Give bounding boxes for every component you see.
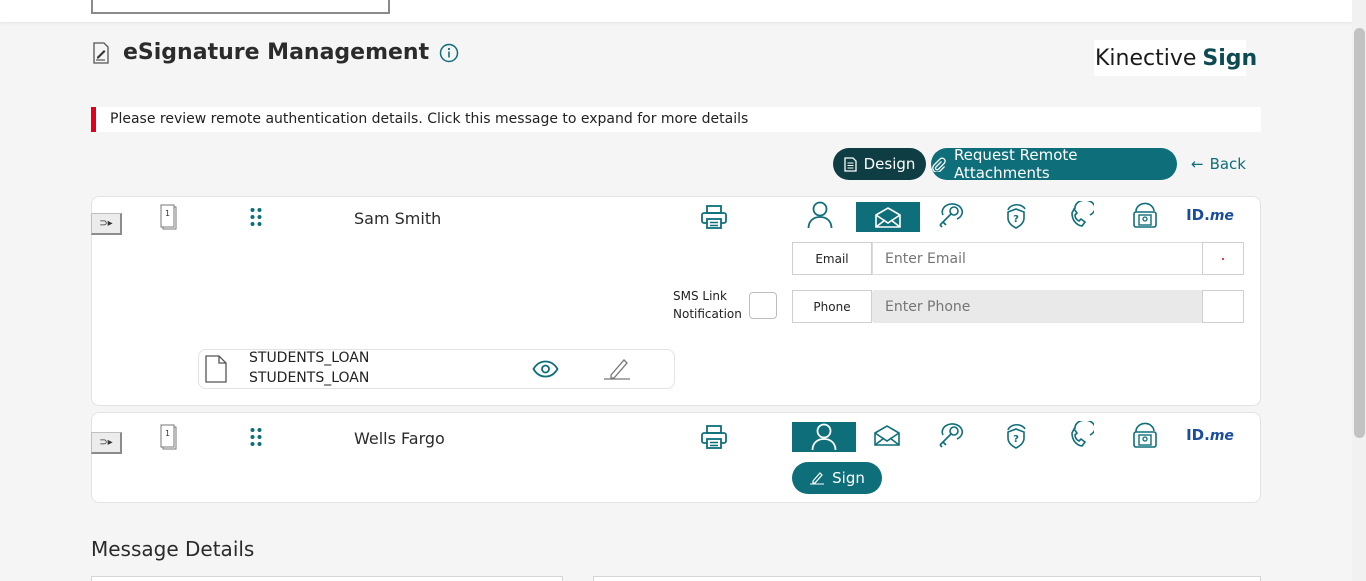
signature-pen-icon[interactable] <box>603 357 631 381</box>
back-link[interactable]: ← Back <box>1191 155 1246 173</box>
message-details-heading: Message Details <box>91 537 255 561</box>
page-header: eSignature Management <box>91 40 459 65</box>
required-indicator <box>1202 242 1244 275</box>
expand-toggle[interactable]: ⊃▸ <box>91 432 122 454</box>
idme-icon[interactable]: ID.me <box>1178 200 1242 230</box>
signer-name: Wells Fargo <box>354 429 445 448</box>
message-details-panel-right <box>593 576 1261 581</box>
document-icon <box>843 156 857 172</box>
pages-icon: 1 <box>160 424 177 450</box>
svg-text:?: ? <box>1013 434 1019 445</box>
request-remote-attachments-button[interactable]: Request Remote Attachments <box>931 146 1177 182</box>
info-icon[interactable] <box>439 43 459 63</box>
document-name: STUDENTS_LOAN <box>249 350 370 366</box>
design-button-label: Design <box>863 155 916 173</box>
phone-icon[interactable] <box>1048 200 1112 230</box>
sign-button-label: Sign <box>832 469 865 487</box>
drag-handle-icon[interactable] <box>249 207 263 227</box>
printer-icon[interactable] <box>700 424 728 450</box>
document-type: STUDENTS_LOAN <box>249 370 370 386</box>
paperclip-icon <box>932 157 946 172</box>
scrollbar-thumb[interactable] <box>1354 28 1365 438</box>
top-search-box[interactable] <box>91 0 390 14</box>
shield-question-icon[interactable]: ? <box>984 200 1048 230</box>
auth-alert-banner[interactable]: Please review remote authentication deta… <box>91 107 1261 132</box>
drag-handle-icon[interactable] <box>249 427 263 447</box>
idme-icon[interactable]: ID.me <box>1178 420 1242 450</box>
sms-link-notification-label: SMS Link Notification <box>673 289 742 321</box>
request-remote-label: Request Remote Attachments <box>953 146 1078 182</box>
eye-icon[interactable] <box>532 360 559 378</box>
page-title: eSignature Management <box>123 40 430 65</box>
design-button[interactable]: Design <box>833 148 926 180</box>
brand-logo: Kinective Sign <box>1094 40 1257 76</box>
arrow-left-icon: ← <box>1191 155 1204 173</box>
phone-label: Phone <box>792 290 872 323</box>
id-scan-icon[interactable] <box>1113 420 1177 450</box>
id-scan-icon[interactable] <box>1113 200 1177 230</box>
pages-icon: 1 <box>160 204 177 230</box>
email-icon[interactable] <box>856 202 920 232</box>
top-bar <box>0 0 1352 22</box>
brand-suffix: Sign <box>1202 45 1258 71</box>
message-details-panel-left <box>91 576 563 581</box>
printer-icon[interactable] <box>700 204 728 230</box>
phone-tail-box <box>1202 290 1244 323</box>
kba-key-icon[interactable] <box>918 200 982 230</box>
back-label: Back <box>1209 155 1246 173</box>
alert-message: Please review remote authentication deta… <box>110 111 749 127</box>
file-icon <box>205 355 227 383</box>
phone-field[interactable] <box>872 290 1203 323</box>
email-icon[interactable] <box>855 420 919 450</box>
sign-button[interactable]: Sign <box>792 462 882 494</box>
page-count: 1 <box>165 429 170 438</box>
svg-text:?: ? <box>1013 214 1019 225</box>
phone-icon[interactable] <box>1048 420 1112 450</box>
brand-prefix: Kinective <box>1095 45 1197 71</box>
shield-question-icon[interactable]: ? <box>984 420 1048 450</box>
in-person-icon[interactable] <box>788 200 852 230</box>
in-person-icon[interactable] <box>792 422 856 452</box>
email-field[interactable] <box>872 242 1203 275</box>
email-label: Email <box>792 242 872 275</box>
signer-name: Sam Smith <box>354 209 442 228</box>
page-count: 1 <box>165 209 170 218</box>
kba-key-icon[interactable] <box>918 420 982 450</box>
pen-icon <box>810 472 825 485</box>
scrollbar[interactable] <box>1352 0 1366 581</box>
sms-notification-checkbox[interactable] <box>749 292 777 319</box>
document-edit-icon <box>93 41 109 64</box>
expand-toggle[interactable]: ⊃▸ <box>91 213 122 235</box>
